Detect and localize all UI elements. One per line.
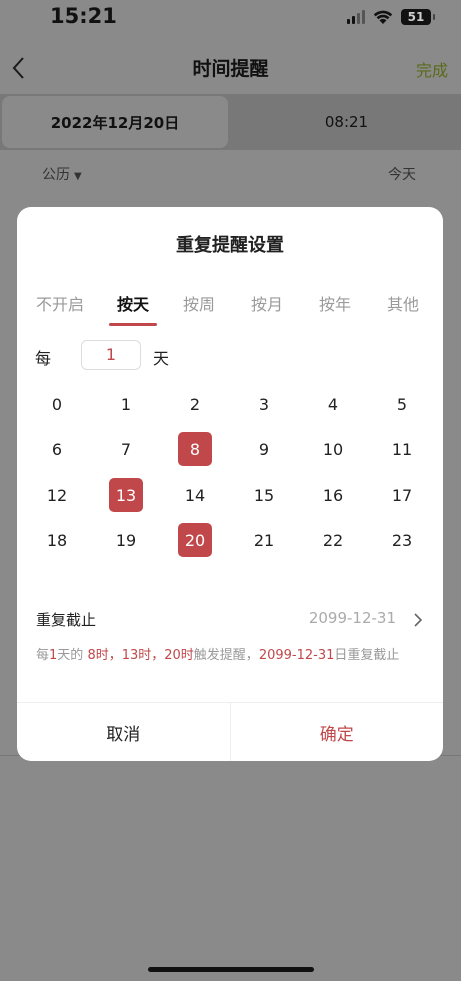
hour-cell-1[interactable]: 1 (109, 387, 143, 421)
repeat-mode-tabs: 不开启 按天 按周 按月 按年 其他 (17, 291, 443, 327)
hour-cell-19[interactable]: 19 (109, 523, 143, 557)
tab-other[interactable]: 其他 (368, 291, 438, 315)
home-indicator[interactable] (148, 967, 314, 972)
tab-weekly[interactable]: 按周 (164, 291, 234, 315)
status-bar: 15:21 51 (0, 0, 461, 36)
hour-cell-10[interactable]: 10 (316, 432, 350, 466)
repeat-end-date: 2099-12-31 (308, 609, 396, 627)
date-time-tabs: 2022年12月20日 08:21 (0, 94, 461, 150)
time-tab[interactable]: 08:21 (232, 96, 461, 148)
hour-cell-2[interactable]: 2 (178, 387, 212, 421)
interval-input[interactable]: 1 (81, 340, 141, 370)
caret-down-icon: ▼ (74, 171, 82, 182)
summary-text: 日重复截止 (334, 648, 400, 663)
wifi-icon (373, 10, 393, 24)
hour-cell-8[interactable]: 8 (178, 432, 212, 466)
today-button[interactable]: 今天 (388, 164, 416, 184)
hour-cell-22[interactable]: 22 (316, 523, 350, 557)
hour-cell-5[interactable]: 5 (385, 387, 419, 421)
hour-cell-12[interactable]: 12 (40, 478, 74, 512)
summary-highlight: 2099-12-31 (258, 648, 335, 663)
hour-cell-18[interactable]: 18 (40, 523, 74, 557)
status-icons: 51 (347, 8, 435, 26)
battery-icon: 51 (401, 9, 435, 25)
tab-yearly[interactable]: 按年 (300, 291, 370, 315)
repeat-end-label: 重复截止 (36, 611, 97, 629)
repeat-reminder-dialog: 重复提醒设置 不开启 按天 按周 按月 按年 其他 每 1 天 01234567… (17, 207, 443, 761)
hour-cell-16[interactable]: 16 (316, 478, 350, 512)
hour-cell-13[interactable]: 13 (109, 478, 143, 512)
summary-text: 每 (36, 648, 50, 663)
calendar-type-label: 公历 (42, 167, 70, 183)
hour-cell-6[interactable]: 6 (40, 432, 74, 466)
interval-unit: 天 (153, 349, 170, 368)
calendar-type-dropdown[interactable]: 公历 ▼ (42, 164, 82, 184)
interval-prefix: 每 (35, 349, 52, 368)
tab-off[interactable]: 不开启 (25, 291, 95, 315)
tab-daily[interactable]: 按天 (98, 291, 168, 315)
active-tab-underline (109, 323, 157, 326)
hour-cell-0[interactable]: 0 (40, 387, 74, 421)
summary-text: 天的 (57, 648, 88, 663)
repeat-end-row[interactable]: 重复截止 2099-12-31 (17, 605, 443, 635)
confirm-button[interactable]: 确定 (231, 703, 444, 761)
hour-cell-17[interactable]: 17 (385, 478, 419, 512)
hour-cell-20[interactable]: 20 (178, 523, 212, 557)
nav-bar: 时间提醒 完成 (0, 44, 461, 90)
chevron-right-icon (414, 613, 423, 627)
hour-cell-23[interactable]: 23 (385, 523, 419, 557)
page-title: 时间提醒 (192, 58, 269, 80)
summary-highlight: 8时，13时，20时 (87, 648, 194, 663)
hour-cell-14[interactable]: 14 (178, 478, 212, 512)
calendar-options-row: 公历 ▼ 今天 (0, 160, 461, 190)
hour-cell-4[interactable]: 4 (316, 387, 350, 421)
dialog-footer: 取消 确定 (17, 702, 443, 761)
hour-cell-11[interactable]: 11 (385, 432, 419, 466)
hour-cell-21[interactable]: 21 (247, 523, 281, 557)
tab-monthly[interactable]: 按月 (232, 291, 302, 315)
cancel-button[interactable]: 取消 (17, 703, 231, 761)
status-time: 15:21 (50, 4, 117, 28)
dialog-title: 重复提醒设置 (176, 235, 284, 256)
hour-cell-3[interactable]: 3 (247, 387, 281, 421)
date-tab[interactable]: 2022年12月20日 (2, 96, 228, 148)
repeat-summary: 每1天的 8时，13时，20时触发提醒，2099-12-31日重复截止 (36, 648, 421, 663)
hour-cell-9[interactable]: 9 (247, 432, 281, 466)
done-button[interactable]: 完成 (416, 57, 448, 81)
summary-text: 触发提醒， (193, 648, 259, 663)
hour-cell-7[interactable]: 7 (109, 432, 143, 466)
cellular-signal-icon (347, 10, 365, 24)
hour-cell-15[interactable]: 15 (247, 478, 281, 512)
